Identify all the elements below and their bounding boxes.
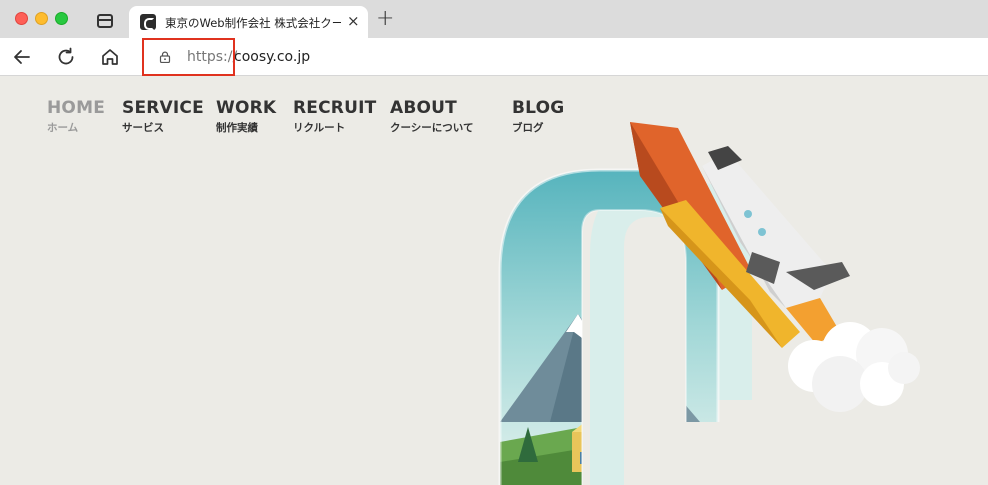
browser-tab-active[interactable]: 東京のWeb制作会社 株式会社クー ×: [129, 6, 368, 39]
hero-illustration: [498, 122, 920, 485]
nav-label-jp: ホーム: [47, 122, 79, 134]
nav-label-en: WORK: [216, 98, 277, 118]
nav-label-en: SERVICE: [122, 98, 204, 118]
url-scheme-highlight: [142, 38, 235, 76]
nav-item-about[interactable]: ABOUT クーシーについて: [390, 98, 473, 135]
nav-label-en: RECRUIT: [293, 98, 377, 118]
back-arrow-icon[interactable]: [11, 46, 33, 68]
home-icon[interactable]: [99, 46, 121, 68]
nav-item-recruit[interactable]: RECRUIT リクルート: [293, 98, 376, 135]
nav-label-jp: サービス: [122, 122, 164, 134]
nav-label-en: BLOG: [512, 98, 565, 118]
close-window-button[interactable]: [15, 12, 28, 25]
address-bar[interactable]: https:// coosy.co.jp: [141, 41, 988, 73]
nav-item-home[interactable]: HOME ホーム: [47, 98, 105, 135]
plus-icon[interactable]: +: [376, 8, 394, 30]
nav-label-jp: クーシーについて: [390, 122, 474, 134]
browser-titlebar: 東京のWeb制作会社 株式会社クー × +: [0, 0, 988, 39]
maximize-window-button[interactable]: [55, 12, 68, 25]
minimize-window-button[interactable]: [35, 12, 48, 25]
nav-item-service[interactable]: SERVICE サービス: [122, 98, 204, 135]
nav-label-jp: 制作実績: [216, 122, 258, 134]
url-host: coosy.co.jp: [234, 49, 311, 65]
tab-title: 東京のWeb制作会社 株式会社クー: [165, 16, 341, 30]
nav-label-en: HOME: [47, 98, 106, 118]
close-icon[interactable]: ×: [347, 13, 360, 29]
nav-label-en: ABOUT: [390, 98, 457, 118]
tab-strip-icon[interactable]: [97, 14, 113, 28]
page-content: HOME ホーム SERVICE サービス WORK 制作実績 RECRUIT …: [0, 77, 988, 485]
reload-icon[interactable]: [55, 46, 77, 68]
favicon-icon: [140, 14, 156, 30]
nav-item-work[interactable]: WORK 制作実績: [216, 98, 276, 135]
nav-label-jp: リクルート: [293, 122, 346, 134]
